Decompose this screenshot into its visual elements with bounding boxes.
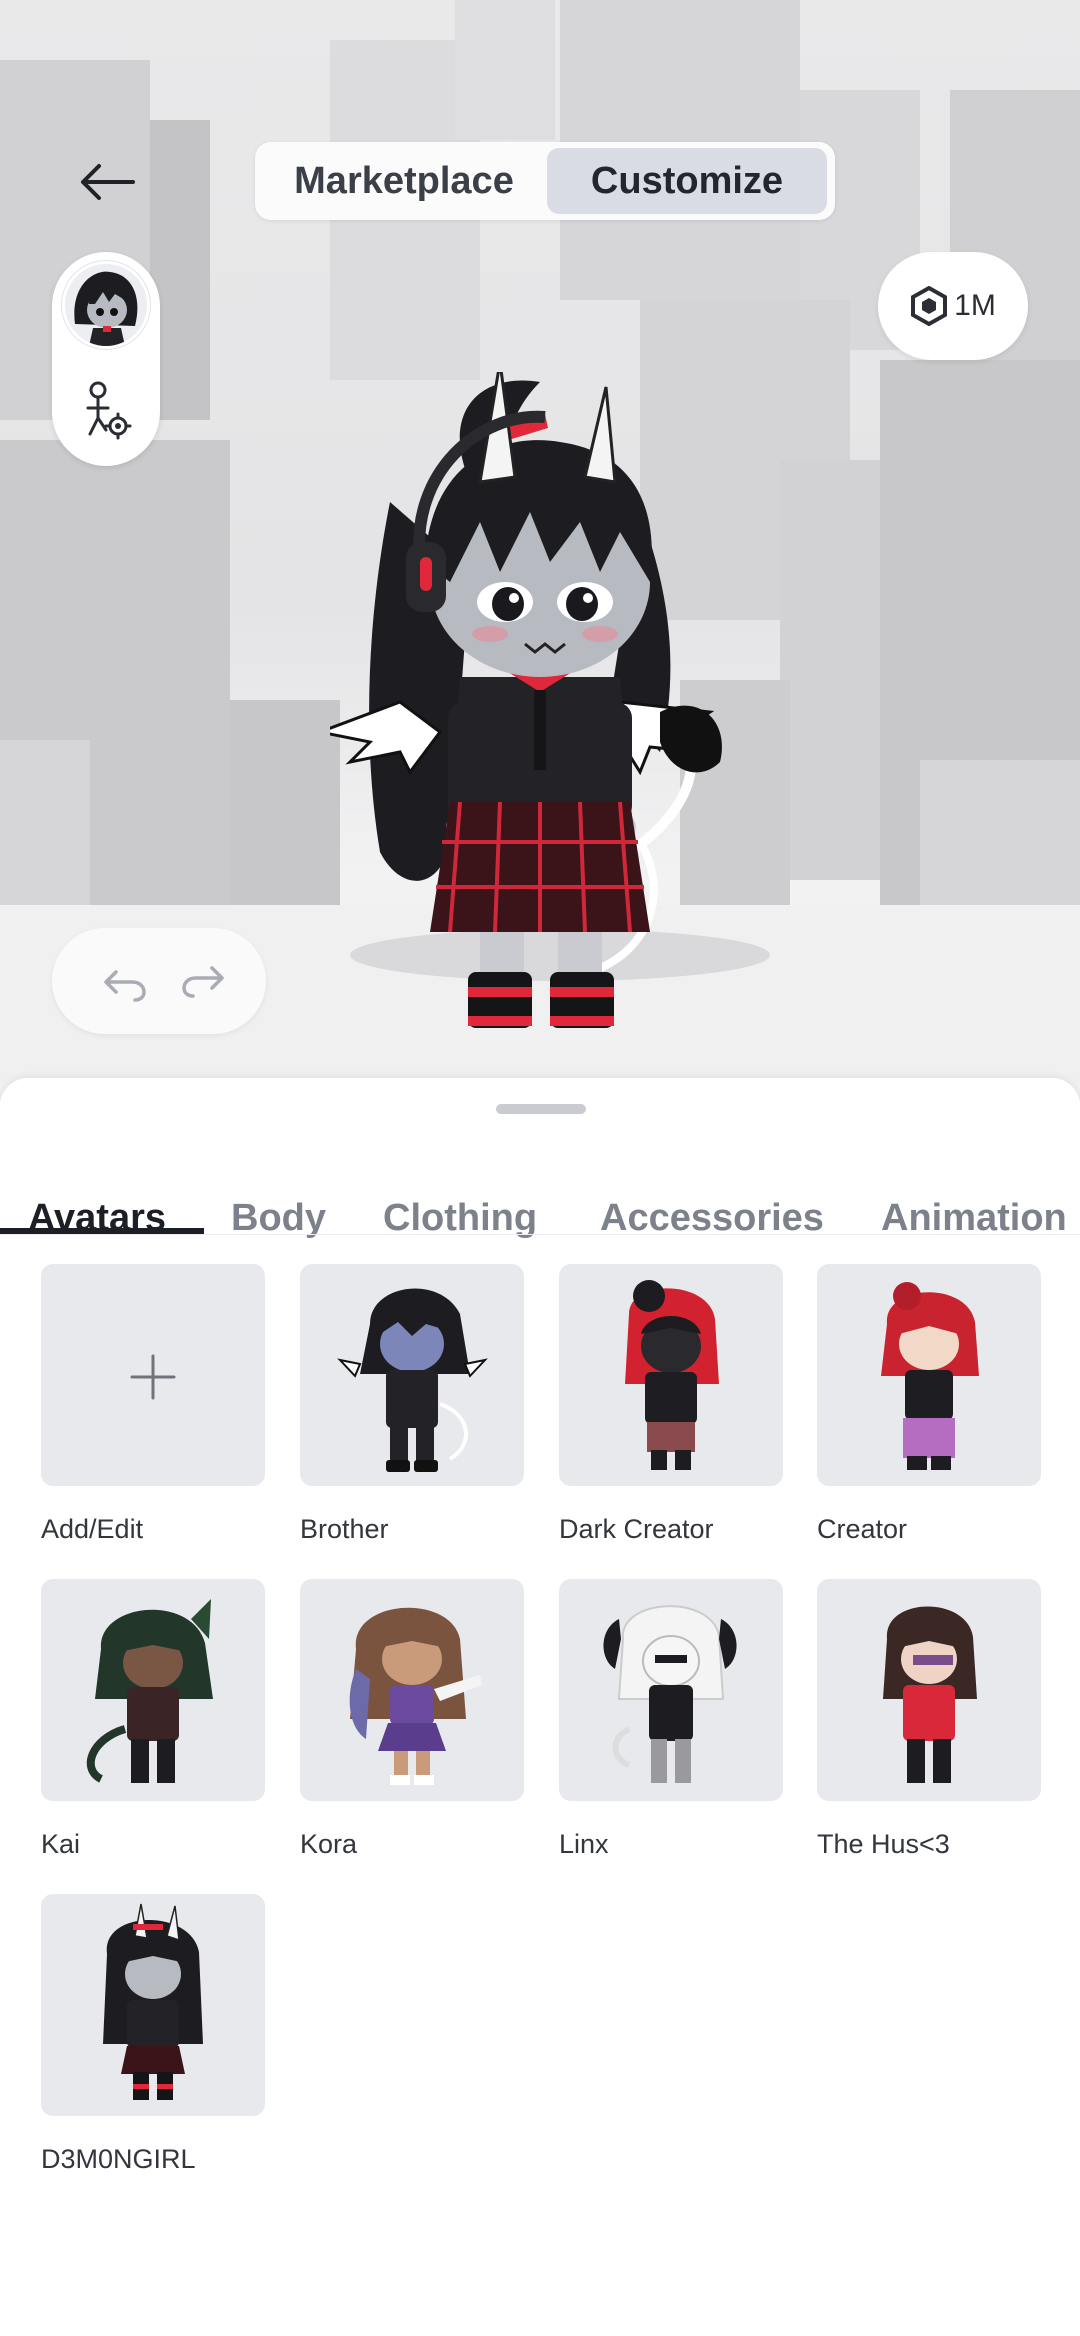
avatar-figure [881,1282,979,1470]
avatar-thumbnail [41,1894,265,2116]
avatar-thumbnail [817,1579,1041,1801]
avatar-card-label: Kora [300,1829,358,1859]
avatar-headshot-button[interactable] [65,264,147,346]
undo-button[interactable] [102,958,148,1004]
redo-icon [182,966,224,998]
avatar-thumbnail [300,1264,524,1486]
avatar-card-label: Creator [817,1514,908,1544]
tabs-divider [0,1234,1080,1235]
avatar-card-label: Dark Creator [559,1514,714,1544]
robux-balance-button[interactable]: 1M [878,252,1028,360]
avatar-thumbnail [41,1579,265,1801]
avatar-figure [883,1606,977,1783]
avatar-settings-icon [86,381,132,440]
avatar-figure [625,1280,719,1470]
arrow-left-icon [81,164,135,200]
avatar-thumbnail [559,1579,783,1801]
avatar-figure [86,1599,213,1783]
robux-amount: 1M [954,289,996,322]
tab-marketplace[interactable]: Marketplace [269,148,539,214]
marketplace-customize-switch: Marketplace Customize [255,142,835,220]
avatar-figure [603,1605,737,1783]
tab-avatars[interactable]: Avatars [28,1168,166,1268]
customize-bottom-sheet: Avatars Body Clothing Accessories Animat… [0,1078,1080,2336]
back-button[interactable] [70,150,144,214]
tab-accessories[interactable]: Accessories [600,1168,824,1268]
avatar-thumbnail [300,1579,524,1801]
tab-clothing[interactable]: Clothing [383,1168,537,1268]
redo-button[interactable] [180,958,226,1004]
avatar-figure [349,1607,482,1785]
plus-icon [130,1354,176,1400]
avatar-headshot [65,264,147,346]
avatar-figure [337,1288,488,1472]
tab-animation[interactable]: Animation [881,1168,1067,1268]
avatar-preview-scene[interactable]: Marketplace Customize 1M [0,0,1080,1100]
avatar-card-label: D3M0NGIRL [41,2144,196,2174]
side-toolbar [52,252,160,466]
avatar-card-label: Add/Edit [41,1514,144,1544]
add-avatar-thumbnail [41,1264,265,1486]
avatar-card-label: The Hus<3 [817,1829,950,1859]
tab-body[interactable]: Body [231,1168,326,1268]
robux-hexagon-icon [911,286,948,326]
category-tabs: Avatars Body Clothing Accessories Animat… [0,1168,1080,1268]
tab-customize[interactable]: Customize [547,148,827,214]
avatar-figure [103,1903,203,2100]
avatar-thumbnail [559,1264,783,1486]
avatar-card-label: Brother [300,1514,389,1544]
undo-icon [104,970,146,1002]
avatar-character[interactable] [330,372,770,1032]
avatar-settings-button[interactable] [78,380,134,440]
sheet-drag-handle[interactable] [496,1104,586,1114]
avatar-card-label: Linx [559,1829,609,1859]
undo-redo-controls [52,928,266,1034]
avatar-thumbnail [817,1264,1041,1486]
avatar-card-label: Kai [41,1829,81,1859]
